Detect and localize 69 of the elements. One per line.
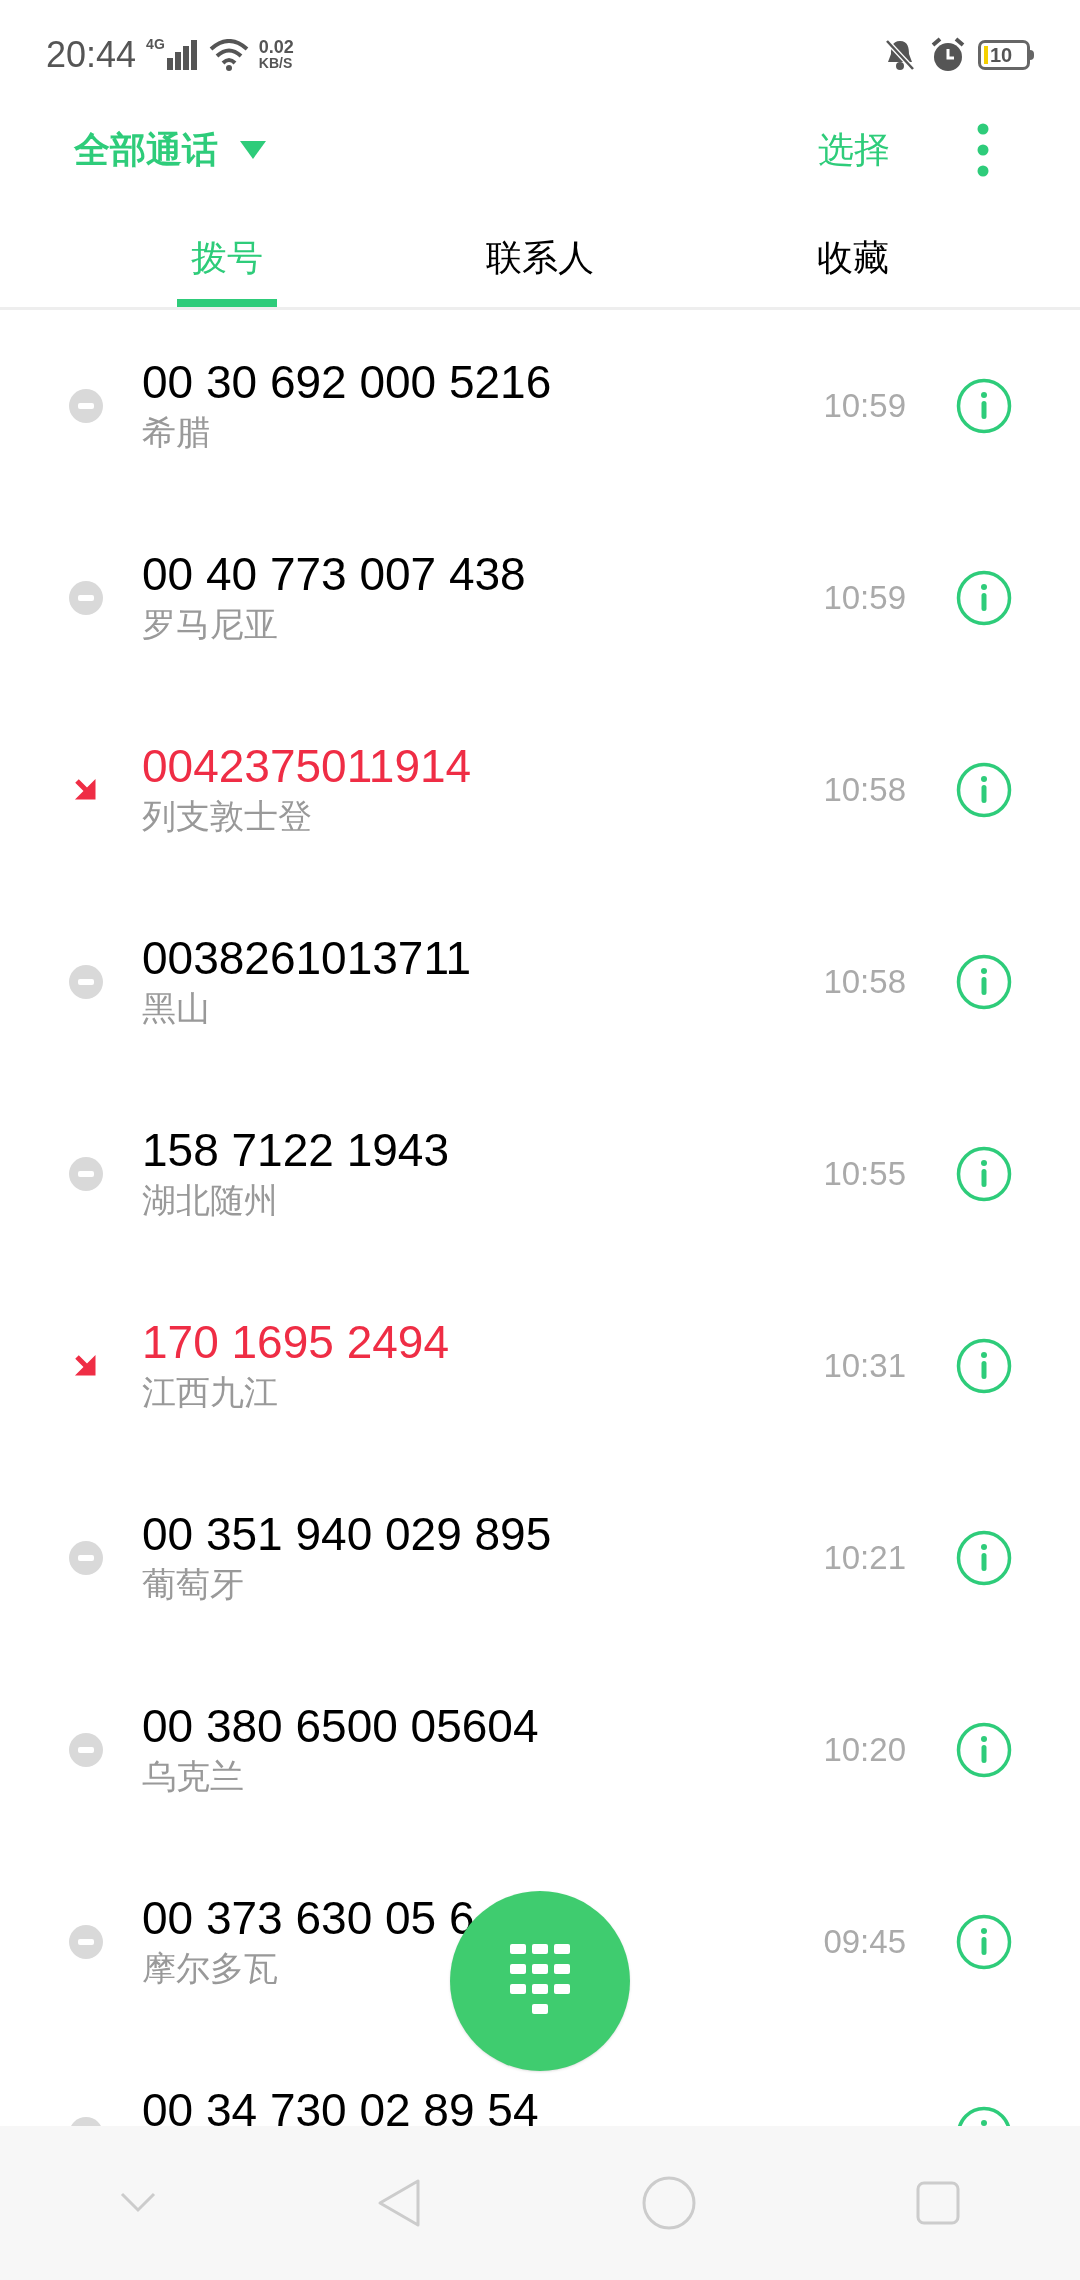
tab[interactable]: 收藏 bbox=[696, 190, 1010, 307]
phone-number: 00 351 940 029 895 bbox=[142, 1508, 552, 1560]
call-time: 10:31 bbox=[823, 1346, 906, 1387]
blocked-call-icon bbox=[69, 389, 103, 423]
status-time: 20:44 bbox=[46, 33, 137, 77]
call-time: 10:58 bbox=[823, 962, 906, 1003]
recents-icon[interactable] bbox=[916, 2181, 960, 2225]
phone-number: 00 40 773 007 438 bbox=[142, 548, 526, 600]
call-time: 10:21 bbox=[823, 1538, 906, 1579]
dropdown-caret-icon bbox=[240, 141, 266, 159]
call-time: 09:45 bbox=[823, 1922, 906, 1963]
phone-number: 158 7122 1943 bbox=[142, 1124, 449, 1176]
caller-location: 希腊 bbox=[142, 412, 210, 453]
caller-location: 江西九江 bbox=[142, 1372, 278, 1413]
info-icon[interactable] bbox=[956, 1338, 1012, 1394]
back-icon[interactable] bbox=[376, 2177, 422, 2229]
phone-number: 0042375011914 bbox=[142, 740, 472, 792]
signal-icon bbox=[166, 40, 197, 70]
info-icon[interactable] bbox=[956, 1914, 1012, 1970]
alarm-icon bbox=[930, 37, 966, 73]
tab[interactable]: 联系人 bbox=[383, 190, 697, 307]
call-log-row[interactable]: 158 7122 1943 湖北随州 10:55 bbox=[0, 1078, 1080, 1270]
info-icon[interactable] bbox=[956, 762, 1012, 818]
caller-location: 列支敦士登 bbox=[142, 796, 312, 837]
call-log-row[interactable]: 0038261013711 黑山 10:58 bbox=[0, 886, 1080, 1078]
caller-location: 黑山 bbox=[142, 988, 210, 1029]
info-icon[interactable] bbox=[956, 1530, 1012, 1586]
phone-number: 00 34 730 02 89 54 bbox=[142, 2084, 539, 2126]
phone-number: 00 380 6500 05604 bbox=[142, 1700, 539, 1752]
call-log-row[interactable]: 170 1695 2494 江西九江 10:31 bbox=[0, 1270, 1080, 1462]
info-icon[interactable] bbox=[956, 378, 1012, 434]
info-icon[interactable] bbox=[956, 1146, 1012, 1202]
call-time: 10:59 bbox=[823, 578, 906, 619]
battery-level: 10 bbox=[990, 45, 1013, 65]
info-icon[interactable] bbox=[956, 570, 1012, 626]
wifi-icon bbox=[208, 39, 249, 71]
call-log-row[interactable]: 00 380 6500 05604 乌克兰 10:20 bbox=[0, 1654, 1080, 1846]
blocked-call-icon bbox=[69, 965, 103, 999]
phone-number: 170 1695 2494 bbox=[142, 1316, 449, 1368]
call-log-row[interactable]: 0042375011914 列支敦士登 10:58 bbox=[0, 694, 1080, 886]
call-log-row[interactable]: 00 351 940 029 895 葡萄牙 10:21 bbox=[0, 1462, 1080, 1654]
chevron-down-icon[interactable] bbox=[120, 2192, 156, 2214]
caller-location: 摩尔多瓦 bbox=[142, 1948, 278, 1989]
call-log-row[interactable]: 00 30 692 000 5216 希腊 10:59 bbox=[0, 310, 1080, 502]
call-time: 10:20 bbox=[823, 1730, 906, 1771]
caller-location: 乌克兰 bbox=[142, 1756, 244, 1797]
blocked-call-icon bbox=[69, 1733, 103, 1767]
speed-unit: KB/S bbox=[258, 55, 294, 71]
blocked-call-icon bbox=[69, 1541, 103, 1575]
blocked-call-icon bbox=[69, 1925, 103, 1959]
phone-number: 00 30 692 000 5216 bbox=[142, 356, 552, 408]
call-log-row[interactable]: 00 40 773 007 438 罗马尼亚 10:59 bbox=[0, 502, 1080, 694]
more-options-icon[interactable] bbox=[976, 122, 990, 178]
blocked-call-icon bbox=[69, 1157, 103, 1191]
call-log-row[interactable]: 00 34 730 02 89 54 bbox=[0, 2038, 1080, 2126]
call-time: 10:59 bbox=[823, 386, 906, 427]
network-speed: 0.02 bbox=[258, 39, 294, 55]
blocked-call-icon bbox=[69, 581, 103, 615]
caller-location: 湖北随州 bbox=[142, 1180, 278, 1221]
phone-number: 0038261013711 bbox=[142, 932, 472, 984]
info-icon[interactable] bbox=[956, 954, 1012, 1010]
home-icon[interactable] bbox=[642, 2176, 696, 2230]
caller-location: 罗马尼亚 bbox=[142, 604, 278, 645]
call-time: 10:58 bbox=[823, 770, 906, 811]
info-icon[interactable] bbox=[956, 1722, 1012, 1778]
muted-bell-icon bbox=[884, 38, 916, 72]
call-time: 10:55 bbox=[823, 1154, 906, 1195]
network-type: 4G bbox=[146, 35, 165, 54]
caller-location: 葡萄牙 bbox=[142, 1564, 244, 1605]
